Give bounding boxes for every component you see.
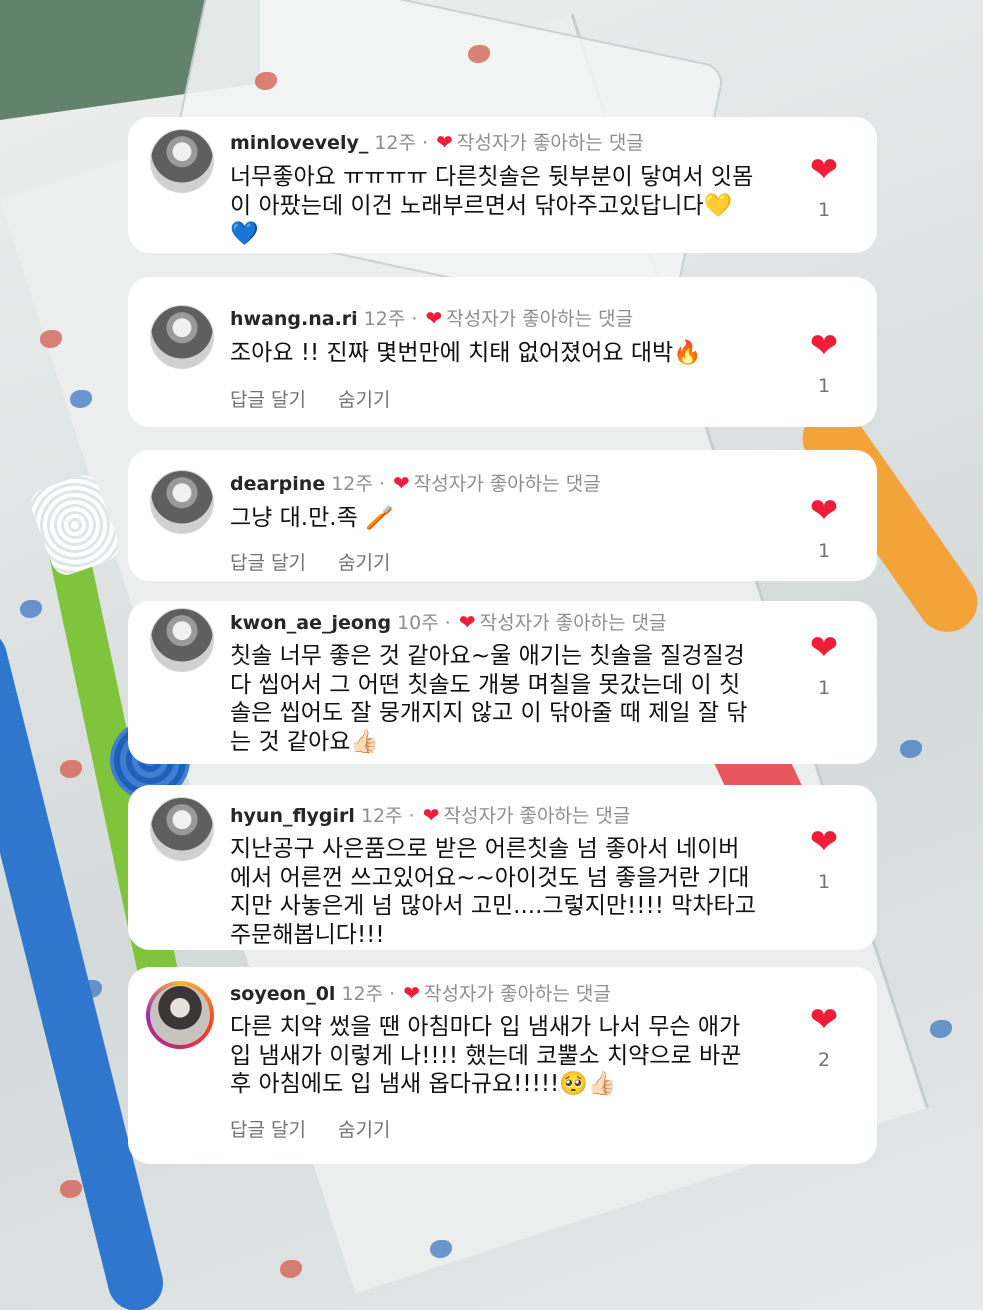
comment-actions: 답글 달기 숨기기 [230,1115,422,1142]
like-button[interactable]: ❤ 1 [807,329,841,397]
comment-time: 12주 [360,805,403,827]
heart-icon[interactable]: ❤ [807,329,841,363]
heart-small-icon: ❤ [403,981,421,1005]
reply-button[interactable]: 답글 달기 [230,1119,306,1141]
like-count: 2 [817,1049,831,1071]
comment-meta: minlovevely_ 12주 · ❤ 작성자가 좋아하는 댓글 [230,130,644,154]
avatar[interactable] [150,129,214,193]
comment-text: 너무좋아요 ㅠㅠㅠㅠ 다른칫솔은 뒷부분이 닿여서 잇몸이 아팠는데 이건 노래… [230,164,754,247]
like-count: 1 [817,540,831,562]
heart-small-icon: ❤ [422,803,440,827]
heart-small-icon: ❤ [436,130,453,154]
username[interactable]: kwon_ae_jeong [230,612,391,634]
comment-card: minlovevely_ 12주 · ❤ 작성자가 좋아하는 댓글 너무좋아요 ㅠㅠ… [128,117,877,253]
like-button[interactable]: ❤ 1 [807,494,841,562]
comment-card: hyun_flygirl 12주 · ❤ 작성자가 좋아하는 댓글 지난공구 사은품… [128,785,877,950]
heart-icon[interactable]: ❤ [807,153,841,187]
like-count: 1 [817,871,831,893]
like-count: 1 [817,199,831,221]
avatar[interactable] [150,608,214,672]
heart-icon[interactable]: ❤ [807,631,841,665]
author-liked-label: 작성자가 좋아하는 댓글 [479,612,667,634]
username[interactable]: soyeon_0l [230,983,335,1005]
comment-meta: hwang.na.ri 12주 · ❤ 작성자가 좋아하는 댓글 [230,306,634,330]
comment-text: 조아요 !! 진짜 몇번만에 치태 없어졌어요 대박🔥 [230,340,702,366]
like-count: 1 [817,375,831,397]
comment-meta: soyeon_0l 12주 · ❤ 작성자가 좋아하는 댓글 [230,981,611,1005]
comment-meta: hyun_flygirl 12주 · ❤ 작성자가 좋아하는 댓글 [230,803,631,827]
username[interactable]: dearpine [230,473,325,495]
comment-time: 12주 [363,308,406,330]
like-button[interactable]: ❤ 1 [807,153,841,221]
comment-card: hwang.na.ri 12주 · ❤ 작성자가 좋아하는 댓글 조아요 !! 진짜… [128,277,877,427]
heart-small-icon: ❤ [425,306,443,330]
avatar-story-ring[interactable] [146,981,214,1049]
author-liked-label: 작성자가 좋아하는 댓글 [413,473,601,495]
heart-icon[interactable]: ❤ [807,494,841,528]
comment-card: kwon_ae_jeong 10주 · ❤ 작성자가 좋아하는 댓글 칫솔 너무 좋… [128,601,877,764]
comment-meta: kwon_ae_jeong 10주 · ❤ 작성자가 좋아하는 댓글 [230,610,667,634]
comment-text: 그냥 대.만.족 🪥 [230,505,394,531]
heart-small-icon: ❤ [458,610,476,634]
comment-time: 12주 [341,983,384,1005]
author-liked-label: 작성자가 좋아하는 댓글 [446,308,634,330]
comment-card: soyeon_0l 12주 · ❤ 작성자가 좋아하는 댓글 다른 치약 썼을 땐 … [128,967,877,1164]
like-count: 1 [817,677,831,699]
avatar[interactable] [150,797,214,861]
username[interactable]: hyun_flygirl [230,805,355,827]
reply-button[interactable]: 답글 달기 [230,552,306,574]
author-liked-label: 작성자가 좋아하는 댓글 [424,983,611,1005]
hide-button[interactable]: 숨기기 [338,389,390,411]
username[interactable]: minlovevely_ [230,132,368,154]
comment-card: dearpine 12주 · ❤ 작성자가 좋아하는 댓글 그냥 대.만.족 🪥 답… [128,450,877,581]
avatar[interactable] [150,470,214,534]
like-button[interactable]: ❤ 2 [807,1003,841,1071]
author-liked-label: 작성자가 좋아하는 댓글 [456,132,644,154]
like-button[interactable]: ❤ 1 [807,631,841,699]
comment-text: 다른 치약 썼을 땐 아침마다 입 냄새가 나서 무슨 애가 입 냄새가 이렇게… [230,1014,742,1097]
hide-button[interactable]: 숨기기 [338,1119,390,1141]
comment-meta: dearpine 12주 · ❤ 작성자가 좋아하는 댓글 [230,471,601,495]
comment-actions: 답글 달기 숨기기 [230,548,422,575]
comment-time: 12주 [374,132,417,154]
author-liked-label: 작성자가 좋아하는 댓글 [443,805,631,827]
heart-small-icon: ❤ [393,471,410,495]
avatar[interactable] [150,305,214,369]
comment-time: 10주 [397,612,439,634]
reply-button[interactable]: 답글 달기 [230,389,306,411]
comment-time: 12주 [331,473,373,495]
comment-actions: 답글 달기 숨기기 [230,385,422,412]
heart-icon[interactable]: ❤ [807,1003,841,1037]
username[interactable]: hwang.na.ri [230,308,358,330]
comment-text: 칫솔 너무 좋은 것 같아요~울 애기는 칫솔을 질겅질겅 다 씹어서 그 어떤… [230,643,748,755]
hide-button[interactable]: 숨기기 [338,552,390,574]
comment-text: 지난공구 사은품으로 받은 어른칫솔 넘 좋아서 네이버에서 어른껀 쓰고있어요… [230,836,756,948]
heart-icon[interactable]: ❤ [807,825,841,859]
like-button[interactable]: ❤ 1 [807,825,841,893]
